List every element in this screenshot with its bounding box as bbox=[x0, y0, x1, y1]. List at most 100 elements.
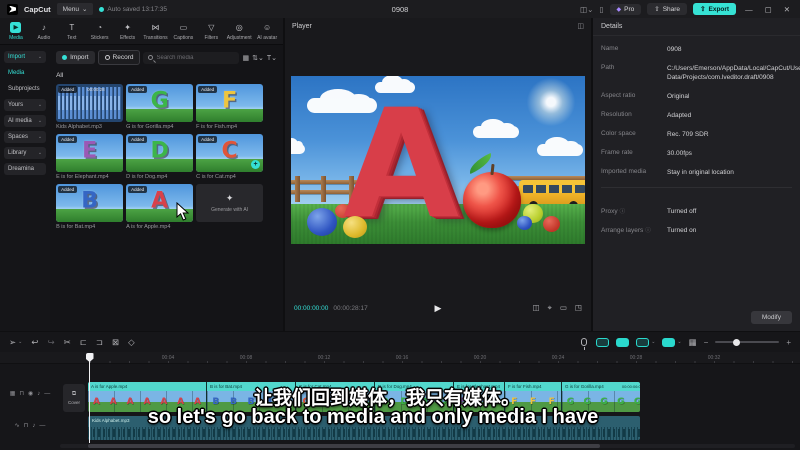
detail-label: Color space bbox=[601, 130, 636, 138]
magnetic-snap-toggle[interactable] bbox=[616, 337, 630, 347]
timeline-zoom-slider[interactable] bbox=[715, 338, 780, 346]
minimize-button[interactable]: — bbox=[742, 5, 756, 14]
clip-name-label[interactable]: G is for Gorilla.mp4 00:00:06:09 bbox=[562, 382, 640, 391]
sidebar-item-media[interactable]: Media bbox=[4, 67, 46, 79]
media-tile-c-is-for-cat-mp4[interactable]: C Added + C is for Cat.mp4 bbox=[196, 134, 264, 180]
sort-icon[interactable]: ⇅⌄ bbox=[252, 54, 264, 62]
menu-button[interactable]: Menu ⌄ bbox=[56, 3, 94, 15]
ruler-label: 00:12 bbox=[317, 354, 331, 361]
tab-captions[interactable]: ▭ Captions bbox=[169, 18, 197, 44]
preview-axis-icon[interactable]: ▦ bbox=[689, 337, 697, 348]
tab-filters[interactable]: ▽ Filters bbox=[197, 18, 225, 44]
search-input[interactable] bbox=[156, 54, 235, 61]
sidebar-item-label: Yours bbox=[8, 102, 24, 108]
export-button[interactable]: ⇧ Export bbox=[693, 3, 737, 15]
media-tile-f-is-for-fish-mp4[interactable]: F Added F is for Fish.mp4 bbox=[196, 84, 264, 130]
preview-quality-icon[interactable]: ⌖ bbox=[548, 303, 552, 313]
horizontal-scrollbar[interactable] bbox=[60, 444, 795, 448]
undo-button[interactable]: ↩ bbox=[31, 337, 38, 348]
tab-adjustment[interactable]: ◎ Adjustment bbox=[225, 18, 253, 44]
maximize-button[interactable]: ▢ bbox=[762, 5, 775, 14]
sidebar-item-spaces[interactable]: Spaces ⌄ bbox=[4, 131, 47, 143]
select-tool-button[interactable]: ➢ ⌄ bbox=[9, 337, 22, 348]
scrollbar-thumb[interactable] bbox=[88, 444, 600, 448]
filter-type-icon[interactable]: T⌄ bbox=[267, 54, 277, 62]
tab-media[interactable]: ▶ Media bbox=[2, 18, 30, 44]
playhead[interactable] bbox=[89, 353, 90, 443]
tab-stickers[interactable]: ◔ Stickers bbox=[86, 18, 114, 44]
mouse-cursor bbox=[176, 202, 190, 221]
tab-transitions[interactable]: ⋈ Transitions bbox=[142, 18, 170, 44]
trim-left-button[interactable]: ⊏ bbox=[80, 337, 87, 348]
fullscreen-icon[interactable]: ◳ bbox=[575, 303, 582, 313]
close-button[interactable]: ✕ bbox=[781, 5, 793, 14]
clip-letter: A bbox=[92, 396, 100, 407]
trim-right-button[interactable]: ⊐ bbox=[96, 337, 103, 348]
generate-box[interactable]: ✦ Generate with AI bbox=[196, 184, 264, 222]
tab-text[interactable]: T Text bbox=[58, 18, 86, 44]
export-icon: ⇧ bbox=[700, 6, 706, 13]
sun bbox=[525, 76, 577, 128]
play-button[interactable]: ▶ bbox=[435, 303, 442, 314]
link-toggle[interactable] bbox=[596, 337, 610, 347]
media-tile-kids-alphabet-mp3[interactable]: Added 00:00:28 Kids Alphabet.mp3 bbox=[56, 84, 124, 130]
tab-audio[interactable]: ♪ Audio bbox=[30, 18, 58, 44]
media-tile-e-is-for-elephant-mp4[interactable]: E Added E is for Elephant.mp4 bbox=[56, 134, 124, 180]
media-tile-d-is-for-dog-mp4[interactable]: D Added D is for Dog.mp4 bbox=[126, 134, 194, 180]
mirror-preview-icon[interactable]: ◫ bbox=[532, 303, 539, 313]
sidebar-item-yours[interactable]: Yours ⌄ bbox=[4, 99, 47, 111]
zoom-handle[interactable] bbox=[733, 338, 741, 346]
generate-with-ai-tile[interactable]: ✦ Generate with AI bbox=[196, 184, 264, 230]
sidebar-item-dreamina[interactable]: Dreamina bbox=[4, 163, 47, 175]
modify-button[interactable]: Modify bbox=[750, 311, 792, 324]
video-preview[interactable]: A bbox=[291, 76, 585, 244]
record-button[interactable]: Record bbox=[97, 50, 141, 65]
pro-button[interactable]: ◆ Pro bbox=[609, 3, 642, 15]
lock-icon[interactable]: ⊓ bbox=[19, 390, 24, 397]
ratio-icon[interactable]: ▭ bbox=[560, 303, 567, 313]
zoom-out-button[interactable]: − bbox=[704, 338, 709, 347]
import-button[interactable]: Import bbox=[56, 51, 95, 64]
sidebar-item-import[interactable]: Import ⌄ bbox=[4, 51, 47, 63]
clip-name: A is for Apple.mp4 bbox=[91, 384, 128, 389]
share-button[interactable]: ⇧ Share bbox=[647, 3, 688, 15]
added-badge: Added bbox=[128, 136, 148, 143]
tab-ai-avatar[interactable]: ☺ AI avatar bbox=[253, 18, 281, 44]
media-tile-g-is-for-gorilla-mp4[interactable]: G Added G is for Gorilla.mp4 bbox=[126, 84, 194, 130]
sidebar-item-library[interactable]: Library ⌄ bbox=[4, 147, 47, 159]
thumb-letter: F bbox=[222, 88, 238, 114]
collapse-icon[interactable]: — bbox=[39, 423, 45, 429]
lock-icon[interactable]: ⊓ bbox=[24, 422, 29, 429]
search-box[interactable] bbox=[143, 51, 240, 64]
cover-button[interactable]: ⧉ Cover bbox=[63, 384, 85, 412]
media-tile-name: A is for Apple.mp4 bbox=[126, 224, 171, 230]
player-options-icon[interactable]: ◫ bbox=[577, 22, 584, 30]
delete-button[interactable]: ⊠ bbox=[112, 337, 119, 348]
collapse-icon[interactable]: — bbox=[44, 391, 50, 397]
sidebar-item-label: Dreamina bbox=[8, 166, 35, 172]
redo-button[interactable]: ↪ bbox=[47, 337, 54, 348]
grid-view-icon[interactable]: ▦ bbox=[242, 54, 249, 62]
mute-track-icon[interactable]: ♪ bbox=[32, 423, 35, 429]
effects-icon: ✦ bbox=[124, 22, 131, 32]
audio-link-toggle[interactable]: ⌄ bbox=[662, 337, 682, 347]
panel-toggle-icon[interactable]: ▯ bbox=[599, 5, 603, 14]
share-icon: ⇧ bbox=[654, 6, 660, 13]
sidebar-item-subprojects[interactable]: Subprojects bbox=[4, 83, 46, 95]
chevron-down-icon: ⌄ bbox=[37, 134, 43, 140]
autoscroll-toggle[interactable]: ⌄ bbox=[636, 337, 655, 347]
sidebar-item-ai-media[interactable]: AI media ⌄ bbox=[4, 115, 47, 127]
layout-toggle-icon[interactable]: ◫⌄ bbox=[580, 5, 593, 14]
detail-row: Resolution Adapted bbox=[601, 111, 792, 120]
split-button[interactable]: ✂ bbox=[64, 337, 71, 348]
media-tile-b-is-for-bat-mp4[interactable]: B Added B is for Bat.mp4 bbox=[56, 184, 124, 230]
mute-track-icon[interactable]: ♪ bbox=[37, 391, 40, 397]
mask-button[interactable]: ◇ bbox=[128, 337, 135, 348]
voiceover-mic-icon[interactable] bbox=[581, 338, 588, 350]
clip-name-label[interactable]: A is for Apple.mp4 bbox=[88, 382, 206, 391]
timeline-ruler[interactable]: 00:04 00:08 00:12 00:16 00:20 00:24 00:28 00:32 bbox=[0, 352, 800, 364]
hide-track-icon[interactable]: ◉ bbox=[28, 390, 33, 397]
sidebar-item-label: Import bbox=[8, 54, 26, 60]
tab-effects[interactable]: ✦ Effects bbox=[114, 18, 142, 44]
zoom-in-button[interactable]: + bbox=[786, 338, 791, 347]
